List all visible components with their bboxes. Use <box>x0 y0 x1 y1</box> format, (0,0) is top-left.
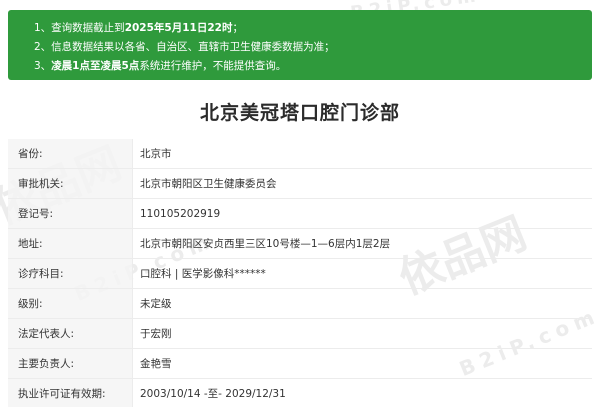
row-value-address: 北京市朝阳区安贞西里三区10号楼—1—6层内1层2层 <box>132 228 592 259</box>
row-value-legal-representative: 于宏刚 <box>132 318 592 349</box>
notice-line-1-date: 2025年5月11日22时 <box>124 22 233 34</box>
row-label-principal: 主要负责人: <box>8 348 133 379</box>
page-title: 北京美冠塔口腔门诊部 <box>199 102 400 124</box>
notice-line-1-prefix: 1、查询数据截止到 <box>34 22 125 34</box>
page: 依品网 B2iP.com 依品网 B2iP.com B2iP.com 1、查询数… <box>0 0 600 407</box>
table-row: 法定代表人: 于宏刚 <box>8 318 592 349</box>
row-label-registration-number: 登记号: <box>8 198 133 229</box>
row-label-approval-authority: 审批机关: <box>8 168 133 199</box>
row-value-province: 北京市 <box>132 139 592 169</box>
table-row: 诊疗科目: 口腔科 | 医学影像科****** <box>8 258 592 289</box>
row-value-level: 未定级 <box>132 288 592 319</box>
table-row: 地址: 北京市朝阳区安贞西里三区10号楼—1—6层内1层2层 <box>8 228 592 259</box>
row-value-registration-number: 110105202919 <box>132 198 592 229</box>
notice-line-3: 3、凌晨1点至凌晨5点系统进行维护，不能提供查询。 <box>34 57 592 76</box>
notice-line-3-prefix: 3、 <box>34 60 52 72</box>
table-row: 省份: 北京市 <box>8 139 592 169</box>
notice-line-3-time: 凌晨1点至凌晨5点 <box>51 60 140 72</box>
row-value-license-validity: 2003/10/14 -至- 2029/12/31 <box>132 378 592 407</box>
row-value-principal: 金艳雪 <box>132 348 592 379</box>
notice-line-1-suffix: ； <box>232 22 243 34</box>
table-row: 级别: 未定级 <box>8 288 592 319</box>
row-label-level: 级别: <box>8 288 133 319</box>
row-label-province: 省份: <box>8 139 133 169</box>
table-row: 审批机关: 北京市朝阳区卫生健康委员会 <box>8 168 592 199</box>
row-label-legal-representative: 法定代表人: <box>8 318 133 349</box>
notice-line-2: 2、信息数据结果以各省、自治区、直辖市卫生健康委数据为准； <box>34 41 335 53</box>
row-label-departments: 诊疗科目: <box>8 258 133 289</box>
info-table: 省份: 北京市 审批机关: 北京市朝阳区卫生健康委员会 登记号: 1101052… <box>8 139 592 407</box>
row-value-departments: 口腔科 | 医学影像科****** <box>132 258 592 289</box>
row-value-approval-authority: 北京市朝阳区卫生健康委员会 <box>132 168 592 199</box>
notice-banner: 1、查询数据截止到2025年5月11日22时； 2、信息数据结果以各省、自治区、… <box>8 10 592 80</box>
table-row: 主要负责人: 金艳雪 <box>8 348 592 379</box>
row-label-address: 地址: <box>8 228 133 259</box>
row-label-license-validity: 执业许可证有效期: <box>8 378 133 407</box>
notice-line-1: 1、查询数据截止到2025年5月11日22时； <box>34 19 592 38</box>
table-row: 执业许可证有效期: 2003/10/14 -至- 2029/12/31 <box>8 378 592 407</box>
notice-line-3-suffix: 系统进行维护，不能提供查询。 <box>139 60 287 72</box>
table-row: 登记号: 110105202919 <box>8 198 592 229</box>
